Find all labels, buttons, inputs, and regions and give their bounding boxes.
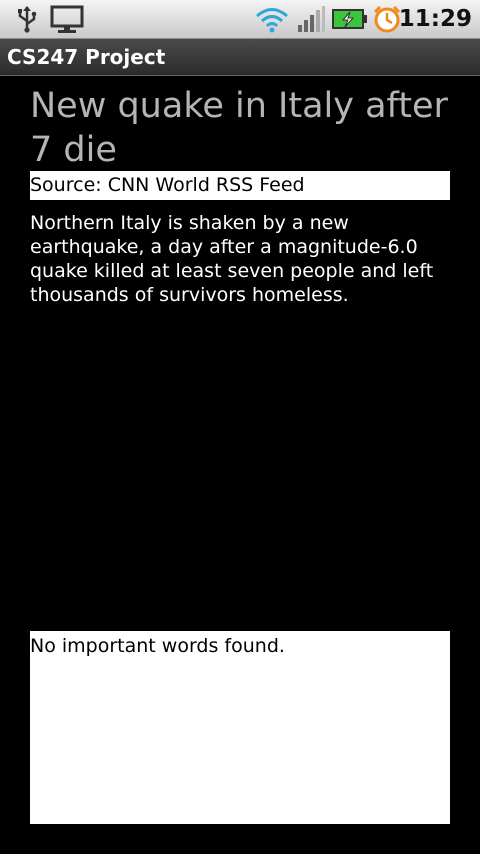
article-source: Source: CNN World RSS Feed xyxy=(30,171,450,200)
status-bar: 11:29 xyxy=(0,0,480,39)
usb-icon xyxy=(18,6,37,33)
alarm-icon xyxy=(373,5,401,33)
article-summary: Northern Italy is shaken by a new earthq… xyxy=(30,212,434,306)
wifi-icon xyxy=(256,8,288,33)
important-words-text: No important words found. xyxy=(30,635,285,657)
app-title-bar: CS247 Project xyxy=(0,39,480,76)
battery-charging-icon xyxy=(332,9,367,29)
status-clock: 11:29 xyxy=(398,6,472,32)
signal-icon xyxy=(298,6,325,32)
monitor-icon xyxy=(50,5,84,33)
app-title: CS247 Project xyxy=(7,45,166,69)
article-headline: New quake in Italy after 7 die xyxy=(30,86,448,170)
important-words-box: No important words found. xyxy=(30,631,450,824)
